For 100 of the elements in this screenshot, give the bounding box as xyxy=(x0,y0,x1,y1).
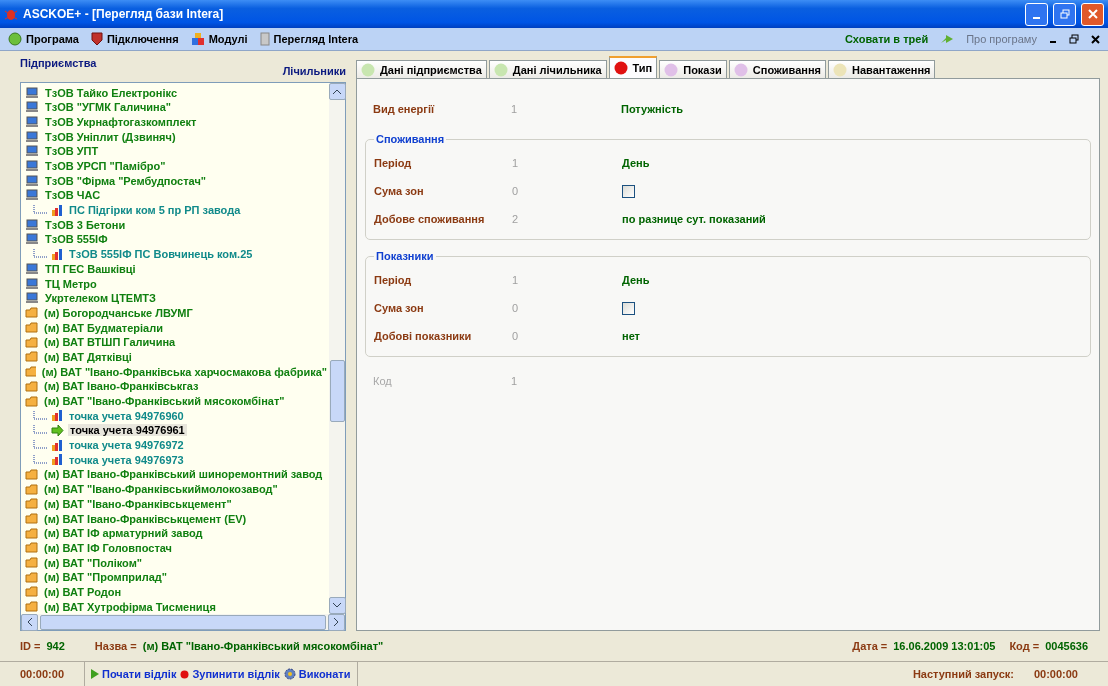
folder-icon xyxy=(25,542,38,554)
tree-connector xyxy=(33,440,47,451)
computer-icon xyxy=(25,292,39,305)
tree-item[interactable]: (м) ВАТ Хутрофірма Тисмениця xyxy=(42,600,218,613)
tree-connector xyxy=(33,454,47,465)
restore-button[interactable] xyxy=(1053,2,1076,26)
field-label: Сума зон xyxy=(374,302,425,314)
tree-item[interactable]: (м) ВАТ ІФ Головпостач xyxy=(42,541,174,554)
computer-icon xyxy=(25,160,39,173)
tree-item[interactable]: Укртелеком ЦТЕМТЗ xyxy=(43,292,158,305)
action-link[interactable]: Виконати xyxy=(283,668,351,680)
tree-item[interactable]: (м) ВАТ Івано-Франківськгаз xyxy=(42,380,201,393)
tree-item[interactable]: ТзОВ ЧАС xyxy=(43,189,103,202)
tab[interactable]: Покази xyxy=(659,60,727,78)
tree-item[interactable]: (м) ВАТ "Івано-Франківська харчосмакова фабрика" xyxy=(39,365,329,378)
shield-icon xyxy=(90,32,103,46)
group-title: Споживання xyxy=(375,133,446,145)
tree-item[interactable]: ТзОВ Тайко Електронікс xyxy=(43,86,179,99)
field-value: Потужність xyxy=(621,103,685,115)
tab[interactable]: Споживання xyxy=(728,60,827,78)
tree-item[interactable]: (м) ВАТ "Івано-Франківський мясокомбінат" xyxy=(42,395,287,408)
menu-link[interactable]: Сховати в трей xyxy=(844,33,929,45)
tree-item[interactable]: точка учета 94976973 xyxy=(67,453,186,466)
field-label: Сума зон xyxy=(374,185,425,197)
tree-item[interactable]: (м) ВАТ ІФ арматурний завод xyxy=(42,527,205,540)
date-value: 16.06.2009 13:01:05 xyxy=(893,640,996,652)
folder-icon xyxy=(25,483,38,495)
cylinder-icon xyxy=(259,32,270,46)
globe-icon xyxy=(8,32,22,46)
tree-item[interactable]: точка учета 94976972 xyxy=(67,439,186,452)
action-link[interactable]: Почати відлік xyxy=(91,668,177,680)
checkbox[interactable] xyxy=(622,301,635,315)
restore-icon[interactable] xyxy=(1069,34,1079,44)
minimize-button[interactable] xyxy=(1025,2,1048,26)
id-value: 942 xyxy=(46,640,65,652)
folder-icon xyxy=(25,586,38,598)
meters-link[interactable]: Лічильники xyxy=(282,65,346,77)
tree-item[interactable]: ПС Підгірки ком 5 пр РП завода xyxy=(67,204,243,217)
close-icon[interactable] xyxy=(1091,34,1100,44)
tab[interactable]: Навантаження xyxy=(828,60,936,78)
folder-icon xyxy=(25,468,38,480)
field-code: 0 xyxy=(512,330,520,342)
tree-item[interactable]: (м) ВАТ "Поліком" xyxy=(42,556,144,569)
field-code: 2 xyxy=(512,213,520,225)
tree-item[interactable]: (м) Богородчанське ЛВУМГ xyxy=(42,306,195,319)
restore-icon xyxy=(1059,9,1070,19)
tree-item[interactable]: (м) ВАТ Дятківці xyxy=(42,350,134,363)
field-code: 1 xyxy=(512,157,520,169)
tree-item[interactable]: ТзОВ 3 Бетони xyxy=(43,218,128,231)
tab[interactable]: Дані підприємства xyxy=(356,60,487,78)
tree-item[interactable]: (м) ВАТ Родон xyxy=(42,585,124,598)
tree-item[interactable]: (м) ВАТ ВТШП Галичина xyxy=(42,336,178,349)
tree-item[interactable]: ТзОВ 555ІФ ПС Вовчинець ком.25 xyxy=(67,248,255,261)
menu-item[interactable]: Підключення xyxy=(90,32,179,46)
field-code: 1 xyxy=(512,274,520,286)
tree-connector xyxy=(33,249,47,260)
window-title: ASCKOE+ - [Перегляд бази Intera] xyxy=(23,7,225,21)
timer: 00:00:00 xyxy=(19,668,64,680)
tree-item[interactable]: ТзОВ "УГМК Галичина" xyxy=(43,101,174,114)
tree-item[interactable]: ТзОВ 555ІФ xyxy=(43,233,110,246)
tree-item[interactable]: (м) ВАТ Будматеріали xyxy=(42,321,165,334)
computer-icon xyxy=(25,145,39,158)
folder-icon xyxy=(25,557,38,569)
tree-item[interactable]: ТзОВ УРСП "Памібро" xyxy=(43,160,168,173)
menu-item[interactable]: Програма xyxy=(8,32,79,46)
tree-item[interactable]: (м) ВАТ Івано-Франківськцемент (EV) xyxy=(42,512,249,525)
tree-item[interactable]: точка учета 94976960 xyxy=(67,409,186,422)
field-label: Період xyxy=(374,157,413,169)
tree-item[interactable]: (м) ВАТ "Івано-Франківськиймолокозавод" xyxy=(42,483,280,496)
computer-icon xyxy=(25,115,39,128)
menu-item[interactable]: Модулі xyxy=(190,32,248,46)
field-code: 0 xyxy=(512,302,520,314)
tree-item[interactable]: ТзОВ Укрнафтогазкомплект xyxy=(43,115,199,128)
menu-item[interactable]: Перегляд Intera xyxy=(259,32,359,46)
folder-icon xyxy=(25,366,36,378)
tree-item[interactable]: (м) ВАТ Івано-Франківський шиноремонтний завод xyxy=(42,468,325,481)
tree-item[interactable]: (м) ВАТ "Промприлад" xyxy=(42,571,170,584)
close-button[interactable] xyxy=(1081,2,1104,26)
tab[interactable]: Тип xyxy=(608,56,658,78)
field-value: по разнице сут. показаний xyxy=(622,213,767,225)
tree-item[interactable]: (м) ВАТ "Івано-Франківськцемент" xyxy=(42,497,234,510)
tree-item[interactable]: ТЦ Метро xyxy=(43,277,99,290)
tab[interactable]: Дані лічильника xyxy=(488,60,607,78)
blocks-icon xyxy=(190,32,205,46)
tree-item[interactable]: ТзОВ УПТ xyxy=(43,145,101,158)
tree-item[interactable]: точка учета 94976961 xyxy=(68,424,187,437)
action-link[interactable]: Зупинити відлік xyxy=(180,668,280,680)
folder-icon xyxy=(25,380,38,392)
vertical-scrollbar[interactable] xyxy=(329,83,345,614)
computer-icon xyxy=(25,189,39,202)
folder-icon xyxy=(25,395,38,407)
scroll-thumb[interactable] xyxy=(329,360,345,423)
tree-item[interactable]: ТП ГЕС Вашківці xyxy=(43,262,138,275)
gear-icon xyxy=(283,668,296,680)
field-code: 1 xyxy=(511,375,519,387)
checkbox[interactable] xyxy=(622,184,635,198)
field-value: День xyxy=(622,274,651,286)
computer-icon xyxy=(25,218,39,231)
tree-item[interactable]: ТзОВ Уніплит (Дзвиняч) xyxy=(43,130,178,143)
tree-item[interactable]: ТзОВ "Фірма "Рембудпостач" xyxy=(43,174,209,187)
